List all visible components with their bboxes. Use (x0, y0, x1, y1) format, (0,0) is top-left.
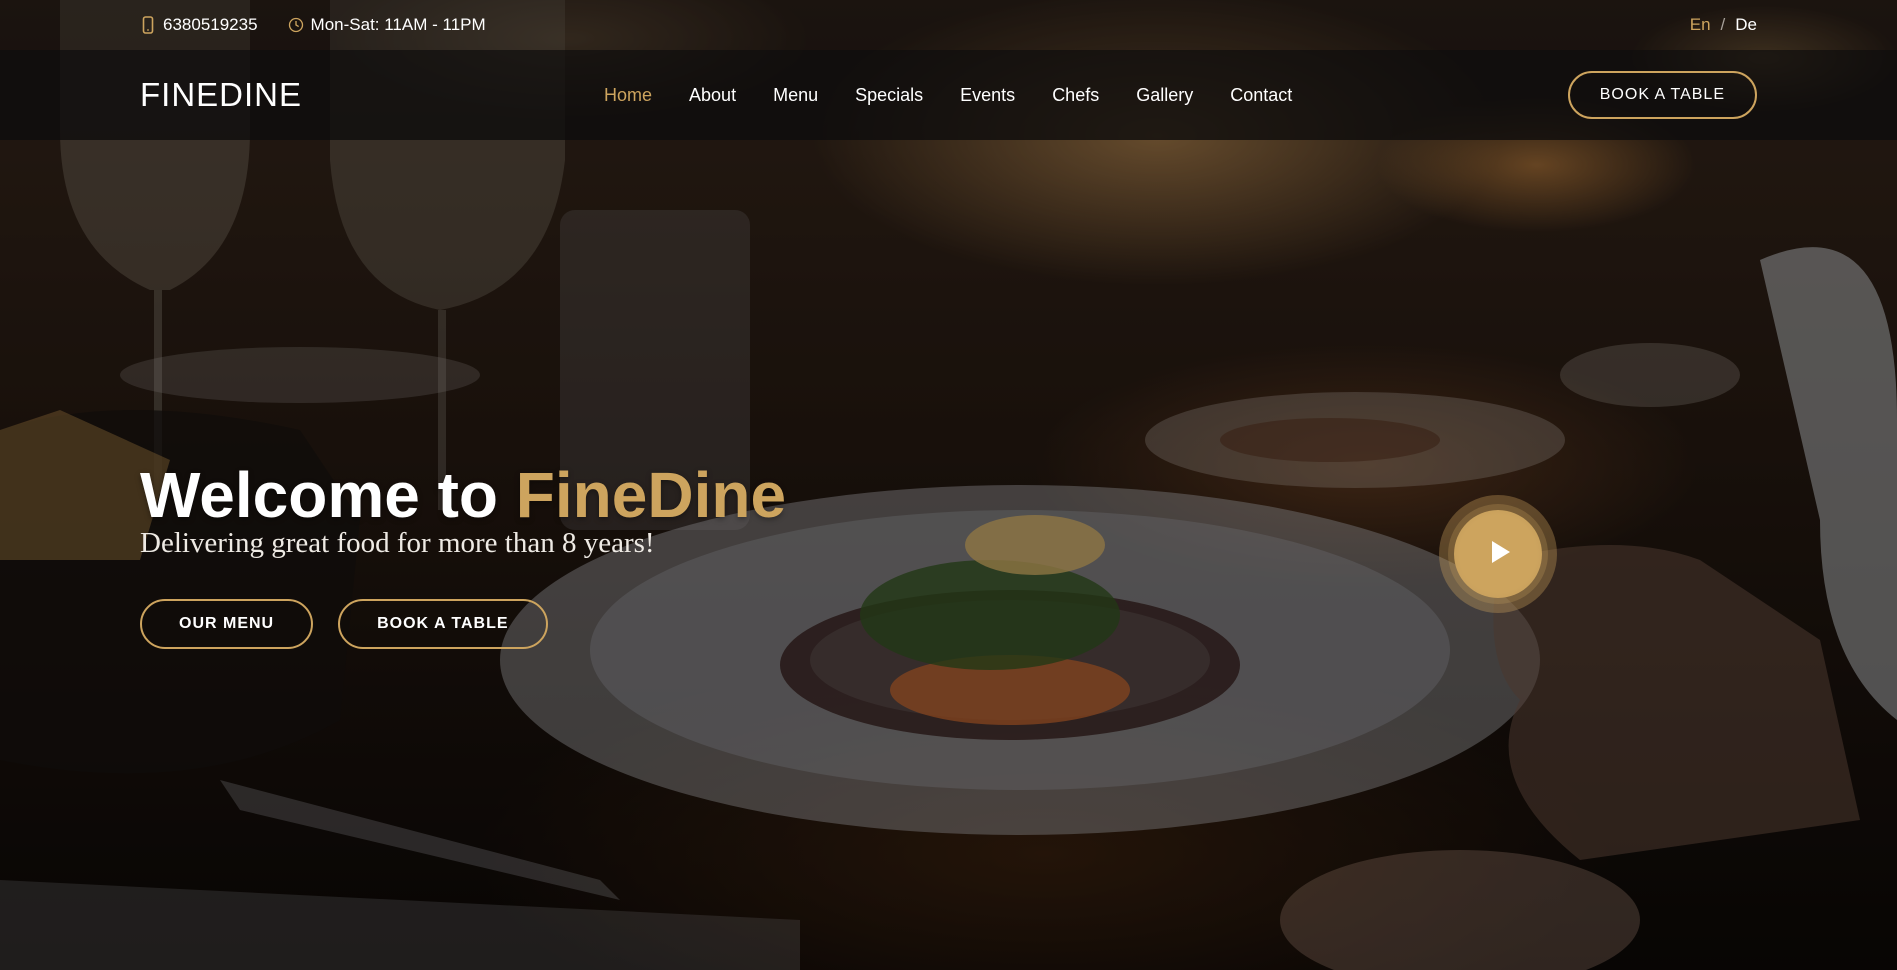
nav-contact[interactable]: Contact (1230, 85, 1292, 106)
main-header: FINEDINE Home About Menu Specials Events… (0, 50, 1897, 140)
lang-de-link[interactable]: De (1735, 15, 1757, 35)
phone-contact[interactable]: 6380519235 (140, 15, 258, 35)
nav-chefs[interactable]: Chefs (1052, 85, 1099, 106)
hero-title-brand: FineDine (515, 459, 787, 531)
opening-hours: Mon-Sat: 11AM - 11PM (288, 15, 486, 35)
hero-buttons: OUR MENU BOOK A TABLE (140, 599, 573, 649)
nav-menu[interactable]: Menu (773, 85, 818, 106)
nav-gallery[interactable]: Gallery (1136, 85, 1193, 106)
play-button-circle[interactable] (1454, 510, 1542, 598)
phone-number: 6380519235 (163, 15, 258, 34)
nav-specials[interactable]: Specials (855, 85, 923, 106)
contact-info: 6380519235 Mon-Sat: 11AM - 11PM (140, 15, 516, 35)
language-switcher: En / De (1690, 15, 1757, 35)
nav-events[interactable]: Events (960, 85, 1015, 106)
main-nav: Home About Menu Specials Events Chefs Ga… (604, 85, 1329, 106)
book-table-header-button[interactable]: BOOK A TABLE (1567, 71, 1757, 119)
play-video-button[interactable] (1439, 495, 1557, 613)
our-menu-button[interactable]: OUR MENU (140, 599, 314, 649)
clock-icon (288, 16, 304, 34)
hero-title: Welcome to FineDine (140, 455, 786, 535)
play-icon (1485, 539, 1512, 570)
top-bar: 6380519235 Mon-Sat: 11AM - 11PM En / De (0, 0, 1897, 50)
hero-title-prefix: Welcome to (140, 459, 498, 531)
hours-text: Mon-Sat: 11AM - 11PM (310, 15, 486, 34)
book-table-hero-button[interactable]: BOOK A TABLE (338, 599, 548, 649)
lang-separator: / (1720, 15, 1726, 34)
nav-home[interactable]: Home (604, 85, 652, 106)
phone-icon (140, 16, 156, 34)
lang-en-link[interactable]: En (1690, 15, 1711, 35)
hero-subtitle: Delivering great food for more than 8 ye… (140, 527, 655, 559)
site-logo[interactable]: FINEDINE (140, 76, 302, 114)
nav-about[interactable]: About (689, 85, 736, 106)
